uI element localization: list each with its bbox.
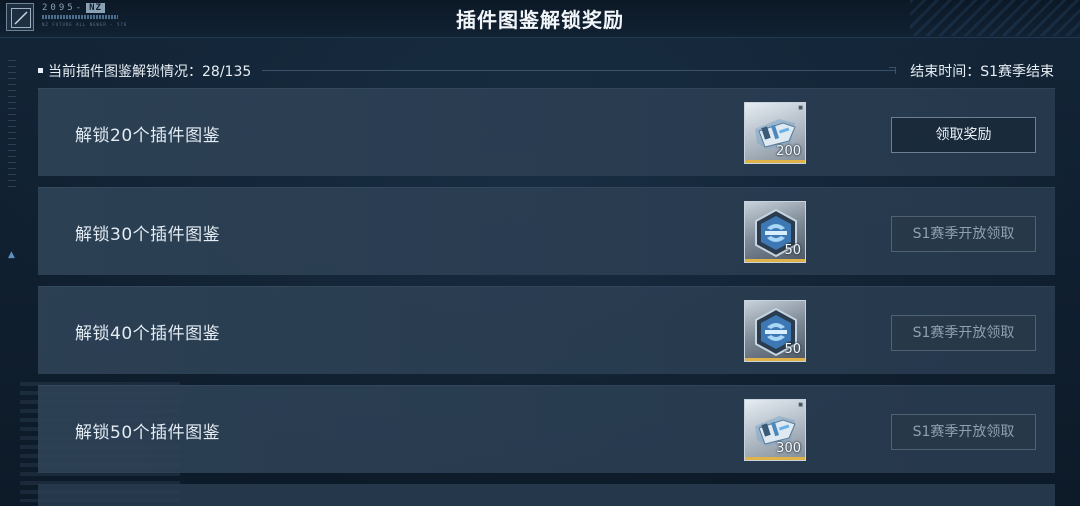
left-decoration (8, 60, 16, 190)
page-title: 插件图鉴解锁奖励 (456, 8, 624, 32)
reward-item[interactable]: 50 (744, 201, 806, 263)
reward-label: 解锁30个插件图鉴 (75, 225, 221, 245)
divider-cap (889, 67, 896, 74)
reward-item[interactable]: 50 (744, 300, 806, 362)
item-corner-mark: ■ (798, 105, 803, 111)
bullet-icon (38, 68, 43, 73)
reward-row: 解锁50个插件图鉴 ■ 300 S1赛季开放领取 (38, 385, 1055, 473)
end-time: 结束时间：S1赛季结束 (910, 64, 1054, 80)
reward-label: 解锁40个插件图鉴 (75, 324, 221, 344)
divider-line (262, 70, 896, 71)
unlock-progress: 当前插件图鉴解锁情况：28/135 (48, 64, 252, 80)
locked-reward-button[interactable]: S1赛季开放领取 (891, 216, 1036, 252)
reward-row: 解锁40个插件图鉴 50 S1赛季开放领取 (38, 286, 1055, 374)
locked-reward-button[interactable]: S1赛季开放领取 (891, 315, 1036, 351)
item-rarity-bar (745, 259, 805, 262)
progress-row: 当前插件图鉴解锁情况：28/135 结束时间：S1赛季结束 (38, 60, 1056, 80)
header-bar: 2095- NZ NZ FUTURE ALL NEWER - 576 插件图鉴解锁… (0, 0, 1080, 38)
locked-reward-button[interactable]: S1赛季开放领取 (891, 414, 1036, 450)
claim-reward-button[interactable]: 领取奖励 (891, 117, 1036, 153)
item-corner-mark: ■ (798, 402, 803, 408)
next-row-partial (38, 484, 1055, 506)
item-count: 50 (784, 342, 801, 357)
item-rarity-bar (745, 160, 805, 163)
reward-row: 解锁30个插件图鉴 50 S1赛季开放领取 (38, 187, 1055, 275)
reward-row: 解锁20个插件图鉴 ■ 200 领取奖励 (38, 88, 1055, 176)
reward-item[interactable]: ■ 200 (744, 102, 806, 164)
reward-item[interactable]: ■ 300 (744, 399, 806, 461)
item-count: 300 (776, 441, 801, 456)
scroll-up-icon: ▲ (8, 250, 15, 260)
item-count: 50 (784, 243, 801, 258)
reward-label: 解锁20个插件图鉴 (75, 126, 221, 146)
item-count: 200 (776, 144, 801, 159)
item-rarity-bar (745, 358, 805, 361)
reward-label: 解锁50个插件图鉴 (75, 423, 221, 443)
item-rarity-bar (745, 457, 805, 460)
